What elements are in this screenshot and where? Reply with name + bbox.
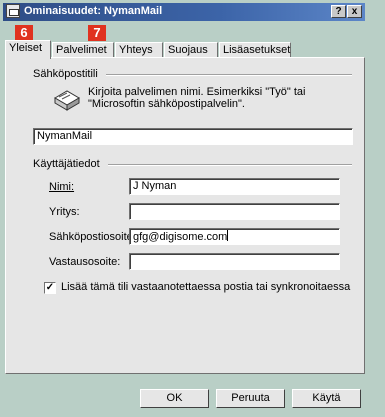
tab-palvelimet[interactable]: Palvelimet — [52, 42, 114, 57]
apply-button[interactable]: Käytä — [292, 389, 361, 408]
close-button[interactable]: x — [347, 5, 362, 18]
user-info-group-label: Käyttäjätiedot — [33, 158, 100, 170]
include-account-label[interactable]: Lisää tämä tili vastaanotettaessa postia… — [61, 281, 350, 293]
name-field[interactable]: J Nyman — [129, 178, 340, 195]
ok-button[interactable]: OK — [140, 389, 209, 408]
tab-suojaus[interactable]: Suojaus — [164, 42, 218, 57]
email-label: Sähköpostiosoite: — [49, 231, 136, 243]
company-label: Yritys: — [49, 206, 80, 218]
email-value: gfg@digisome.com — [133, 231, 228, 243]
mail-account-icon — [6, 4, 20, 18]
tab-lisaasetukset[interactable]: Lisäasetukset — [219, 42, 291, 57]
include-account-checkbox[interactable]: ✓ — [44, 282, 56, 294]
reply-address-field[interactable] — [129, 253, 340, 270]
email-field[interactable]: gfg@digisome.com — [129, 228, 340, 245]
window-title: Ominaisuudet: NymanMail — [24, 5, 163, 17]
callout-badge-6: 6 — [15, 25, 33, 41]
title-bar[interactable]: Ominaisuudet: NymanMail ? x — [3, 3, 365, 21]
mail-server-icon — [54, 90, 80, 111]
tab-yleiset[interactable]: Yleiset — [5, 40, 51, 59]
properties-dialog: Ominaisuudet: NymanMail ? x 6 7 Yleiset … — [0, 0, 385, 417]
text-cursor — [227, 230, 229, 241]
account-help-text: Kirjoita palvelimen nimi. Esimerkiksi "T… — [88, 86, 306, 110]
company-field[interactable] — [129, 203, 340, 220]
reply-address-label: Vastausosoite: — [49, 256, 121, 268]
help-button[interactable]: ? — [331, 5, 346, 18]
tab-yhteys[interactable]: Yhteys — [115, 42, 163, 57]
group-divider — [106, 74, 352, 76]
name-label: Nimi: — [49, 181, 75, 193]
mail-account-group-label: Sähköpostitili — [33, 68, 98, 80]
account-name-field[interactable]: NymanMail — [33, 128, 353, 145]
group-divider — [108, 164, 352, 166]
callout-badge-7: 7 — [88, 25, 106, 41]
cancel-button[interactable]: Peruuta — [216, 389, 285, 408]
